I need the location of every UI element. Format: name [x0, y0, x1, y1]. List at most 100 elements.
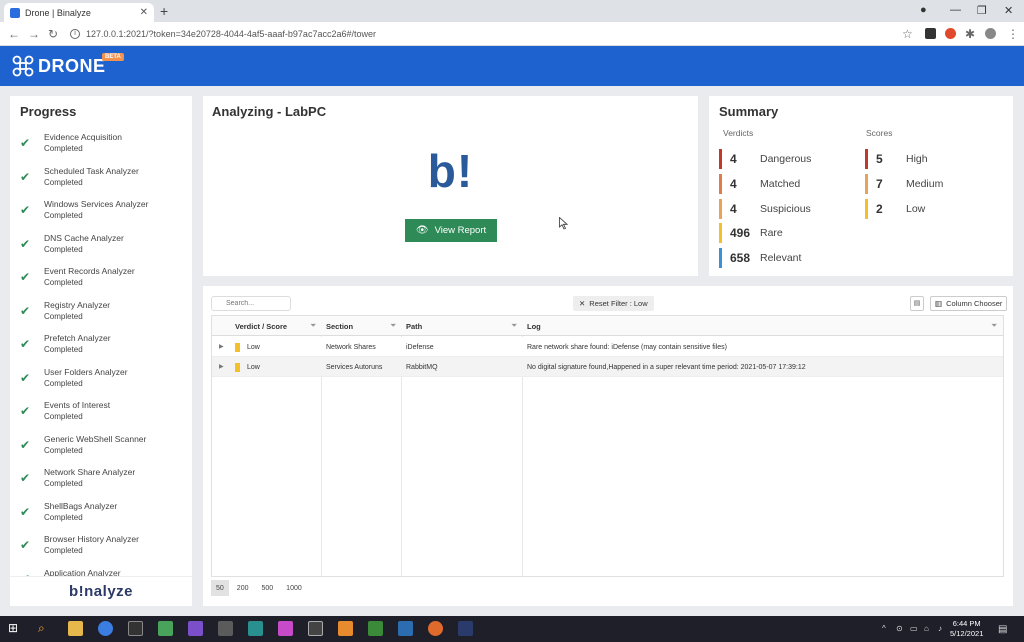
logo-text: DRONE: [38, 55, 106, 76]
score-row[interactable]: 7 Medium: [865, 173, 943, 194]
check-icon: ✔: [20, 169, 31, 184]
summary-count: 5: [876, 152, 883, 166]
summary-count: 7: [876, 176, 883, 191]
color-bar: [719, 248, 722, 269]
filter-icon[interactable]: ⏷: [310, 321, 316, 331]
extensions-puzzle-icon[interactable]: ✱: [965, 27, 975, 41]
favicon-icon: [10, 7, 20, 18]
chrome-icon[interactable]: [98, 621, 113, 636]
verdict-text: Low: [247, 363, 260, 371]
filter-icon[interactable]: ⏷: [511, 321, 517, 331]
close-window-icon[interactable]: ✕: [1004, 4, 1013, 17]
search-input[interactable]: [211, 296, 291, 311]
profile-avatar-icon[interactable]: [985, 28, 996, 39]
app-icon[interactable]: [308, 621, 323, 636]
tray-chevron-icon[interactable]: ^: [882, 624, 886, 633]
reset-filter-button[interactable]: ✕ Reset Filter : Low: [573, 296, 654, 311]
column-header-log[interactable]: Log: [522, 316, 982, 336]
view-report-button[interactable]: 👁 View Report: [405, 219, 497, 242]
tray-icon[interactable]: ⊙: [896, 624, 903, 633]
extension-icon[interactable]: [925, 28, 936, 39]
column-header-path[interactable]: Path: [401, 316, 521, 336]
color-bar: [865, 173, 868, 194]
progress-item-name: Events of Interest: [44, 400, 111, 410]
expand-row-icon[interactable]: ▶: [219, 343, 224, 350]
column-chooser-button[interactable]: ▥ Column Chooser: [930, 296, 1008, 311]
profile-record-icon[interactable]: ●: [920, 4, 927, 16]
column-header-verdict[interactable]: Verdict / Score: [230, 316, 320, 336]
eye-icon: 👁: [415, 225, 429, 236]
color-bar: [719, 198, 722, 219]
section-cell: Network Shares: [326, 343, 376, 351]
windows-start-icon[interactable]: ⊞: [8, 621, 23, 636]
progress-item-name: ShellBags Analyzer: [44, 500, 118, 511]
visual-studio-icon[interactable]: [188, 621, 203, 636]
verdict-row[interactable]: 4 Suspicious: [719, 198, 811, 219]
search-icon[interactable]: ⌕: [38, 621, 53, 636]
tab-title: Drone | Binalyze: [25, 7, 91, 18]
app-icon[interactable]: [218, 621, 233, 636]
score-row[interactable]: 2 Low: [865, 198, 925, 219]
summary-panel: Summary Verdicts Scores 4 Dangerous 4 Match…: [709, 96, 1013, 276]
bookmark-star-icon[interactable]: ☆: [902, 27, 913, 41]
app-icon[interactable]: [248, 621, 263, 636]
volume-icon[interactable]: ♪: [938, 624, 942, 633]
app-icon[interactable]: [158, 621, 173, 636]
column-header-section[interactable]: Section: [321, 316, 401, 336]
score-row[interactable]: 5 High: [865, 149, 928, 169]
summary-count: 4: [730, 152, 737, 166]
minimize-icon[interactable]: —: [950, 4, 961, 16]
log-cell: No digital signature found,Happened in a…: [527, 363, 806, 371]
app-icon[interactable]: [368, 621, 383, 636]
back-icon[interactable]: ←: [8, 27, 20, 41]
verdict-row[interactable]: 658 Relevant: [719, 248, 801, 269]
app-icon[interactable]: [428, 621, 443, 636]
mouse-cursor-icon: [559, 217, 568, 230]
verdict-row[interactable]: 4 Matched: [719, 173, 800, 194]
filter-icon[interactable]: ⏷: [991, 321, 997, 331]
page-size-selector: 50 200 500 1000: [211, 580, 310, 596]
app-icon[interactable]: [278, 621, 293, 636]
drone-logo[interactable]: DRONE: [12, 55, 106, 77]
terminal-icon[interactable]: [128, 621, 143, 636]
progress-list: ✔ Evidence Acquisition Completed ✔ Scheduled…: [20, 132, 190, 601]
check-icon: ✔: [20, 538, 31, 552]
summary-label: High: [906, 153, 928, 165]
progress-item-status: Completed: [44, 211, 83, 220]
page-size-option[interactable]: 200: [232, 580, 254, 596]
close-tab-icon[interactable]: ✕: [140, 7, 148, 18]
progress-item: ✔ Scheduled Task Analyzer Completed: [20, 166, 190, 200]
browser-tab[interactable]: Drone | Binalyze ✕: [4, 3, 154, 22]
more-menu-icon[interactable]: ⋮: [1007, 27, 1019, 41]
low-score-flag-icon: [235, 362, 240, 372]
url-field[interactable]: i 127.0.0.1:2021/?token=34e20728-4044-4a…: [70, 25, 890, 43]
app-icon[interactable]: [338, 621, 353, 636]
system-clock[interactable]: 6:44 PM 5/12/2021: [950, 619, 983, 639]
verdict-cell: Low: [230, 337, 320, 357]
app-icon[interactable]: [398, 621, 413, 636]
verdict-row[interactable]: 496 Rare: [719, 223, 783, 244]
page-size-option[interactable]: 1000: [281, 580, 307, 596]
forward-icon[interactable]: →: [28, 27, 40, 41]
export-icon[interactable]: ▤: [910, 296, 924, 311]
app-icon[interactable]: [458, 621, 473, 636]
network-icon[interactable]: ⌂: [924, 624, 929, 633]
results-panel: 🔍 ✕ Reset Filter : Low ▤ ▥ Column Choose…: [203, 286, 1013, 606]
notifications-icon[interactable]: ▤: [998, 624, 1007, 635]
color-bar: [719, 223, 722, 244]
new-tab-icon[interactable]: +: [160, 3, 168, 19]
page-size-option[interactable]: 500: [256, 580, 278, 596]
expand-row-icon[interactable]: ▶: [219, 363, 224, 370]
close-icon: ✕: [579, 299, 586, 308]
restore-icon[interactable]: ❐: [977, 4, 987, 17]
verdict-row[interactable]: 4 Dangerous: [719, 149, 811, 169]
table-row[interactable]: ▶ Low Network Shares iDefense Rare network s…: [212, 337, 1003, 357]
tray-icon[interactable]: ▭: [910, 624, 918, 633]
table-row[interactable]: ▶ Low Services Autoruns RabbitMQ No digital …: [212, 357, 1003, 377]
filter-icon[interactable]: ⏷: [390, 321, 396, 331]
reload-icon[interactable]: ↻: [48, 27, 58, 41]
verdicts-header: Verdicts: [723, 128, 754, 138]
extension-icon[interactable]: [945, 28, 956, 39]
page-size-option[interactable]: 50: [211, 580, 229, 596]
file-explorer-icon[interactable]: [68, 621, 83, 636]
